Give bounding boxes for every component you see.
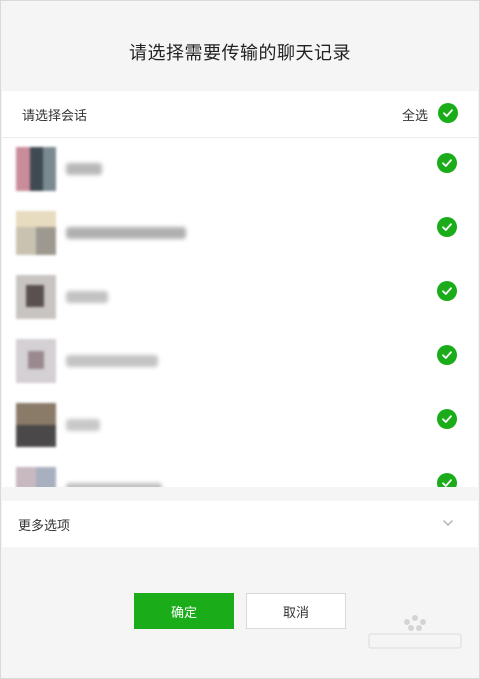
contact-name-redacted — [66, 163, 102, 175]
conversation-checkbox[interactable] — [437, 217, 457, 237]
conversation-item[interactable] — [2, 265, 478, 329]
conversation-panel-header: 请选择会话 全选 — [2, 91, 478, 138]
check-icon — [443, 109, 453, 117]
check-icon — [442, 479, 452, 487]
contact-name-redacted — [66, 227, 186, 239]
conversation-checkbox[interactable] — [437, 153, 457, 173]
avatar — [16, 211, 56, 255]
conversation-item[interactable] — [2, 329, 478, 393]
conversation-item[interactable] — [2, 393, 478, 457]
contact-name-redacted — [66, 355, 158, 367]
conversation-checkbox[interactable] — [437, 473, 457, 487]
avatar — [16, 147, 56, 191]
avatar — [16, 403, 56, 447]
select-all-label[interactable]: 全选 — [402, 105, 428, 124]
check-icon — [442, 351, 452, 359]
conversation-checkbox[interactable] — [437, 345, 457, 365]
avatar — [16, 275, 56, 319]
avatar — [16, 467, 56, 487]
cancel-button[interactable]: 取消 — [246, 593, 346, 629]
check-icon — [442, 159, 452, 167]
check-icon — [442, 415, 452, 423]
more-options-row[interactable]: 更多选项 — [2, 501, 478, 547]
more-options-label: 更多选项 — [18, 519, 71, 534]
check-icon — [442, 287, 452, 295]
contact-name-redacted — [66, 419, 100, 431]
conversation-item[interactable] — [2, 201, 478, 265]
contact-name-redacted — [66, 291, 108, 303]
conversation-item[interactable] — [2, 457, 478, 487]
confirm-button[interactable]: 确定 — [134, 593, 234, 629]
chevron-down-icon[interactable] — [442, 517, 454, 529]
conversation-item[interactable] — [2, 137, 478, 201]
watermark-logo-icon — [368, 615, 462, 649]
select-conversation-label: 请选择会话 — [22, 109, 88, 124]
conversation-panel[interactable]: 请选择会话 全选 — [2, 91, 478, 487]
dialog-title: 请选择需要传输的聊天记录 — [129, 43, 351, 64]
avatar — [16, 339, 56, 383]
dialog: 请选择需要传输的聊天记录 请选择会话 全选 更多选项 确定 取消 — [0, 0, 480, 679]
select-all-checkbox[interactable] — [438, 103, 458, 123]
conversation-checkbox[interactable] — [437, 281, 457, 301]
check-icon — [442, 223, 452, 231]
contact-name-redacted — [66, 483, 162, 487]
conversation-checkbox[interactable] — [437, 409, 457, 429]
